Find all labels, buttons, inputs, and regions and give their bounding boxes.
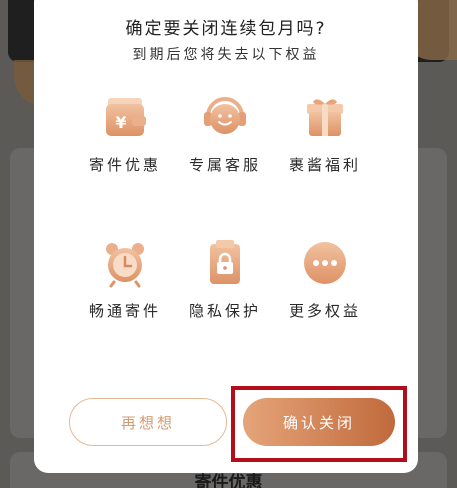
benefit-label: 畅通寄件 [88, 302, 161, 320]
dialog-subtitle: 到期后您将失去以下权益 [132, 47, 320, 63]
benefit-label: 隐私保护 [188, 302, 261, 320]
benefit-label: 专属客服 [188, 156, 261, 174]
benefit-label: 更多权益 [288, 302, 361, 320]
wallet-yen-icon: ¥ [100, 92, 150, 142]
more-dots-icon [300, 238, 350, 288]
benefit-label: 寄件优惠 [88, 156, 161, 174]
benefit-item: 隐私保护 [170, 238, 280, 321]
benefit-item: ¥ 寄件优惠 [70, 92, 180, 175]
alarm-clock-icon [100, 238, 150, 288]
benefit-item: 更多权益 [270, 238, 380, 321]
dialog-title: 确定要关闭连续包月吗? [125, 19, 327, 39]
benefit-item: 专属客服 [170, 92, 280, 175]
think-again-button[interactable]: 再想想 [69, 398, 227, 446]
benefit-label: 裹酱福利 [288, 156, 361, 174]
svg-text:¥: ¥ [115, 113, 126, 132]
close-subscription-dialog: 确定要关闭连续包月吗? 到期后您将失去以下权益 ¥ 寄件优惠 专属客服 裹酱福利… [34, 0, 418, 473]
lock-icon [200, 238, 250, 288]
benefit-item: 裹酱福利 [270, 92, 380, 175]
confirm-close-button[interactable]: 确认关闭 [243, 398, 395, 446]
benefit-item: 畅通寄件 [70, 238, 180, 321]
gift-box-icon [300, 92, 350, 142]
customer-service-icon [200, 92, 250, 142]
